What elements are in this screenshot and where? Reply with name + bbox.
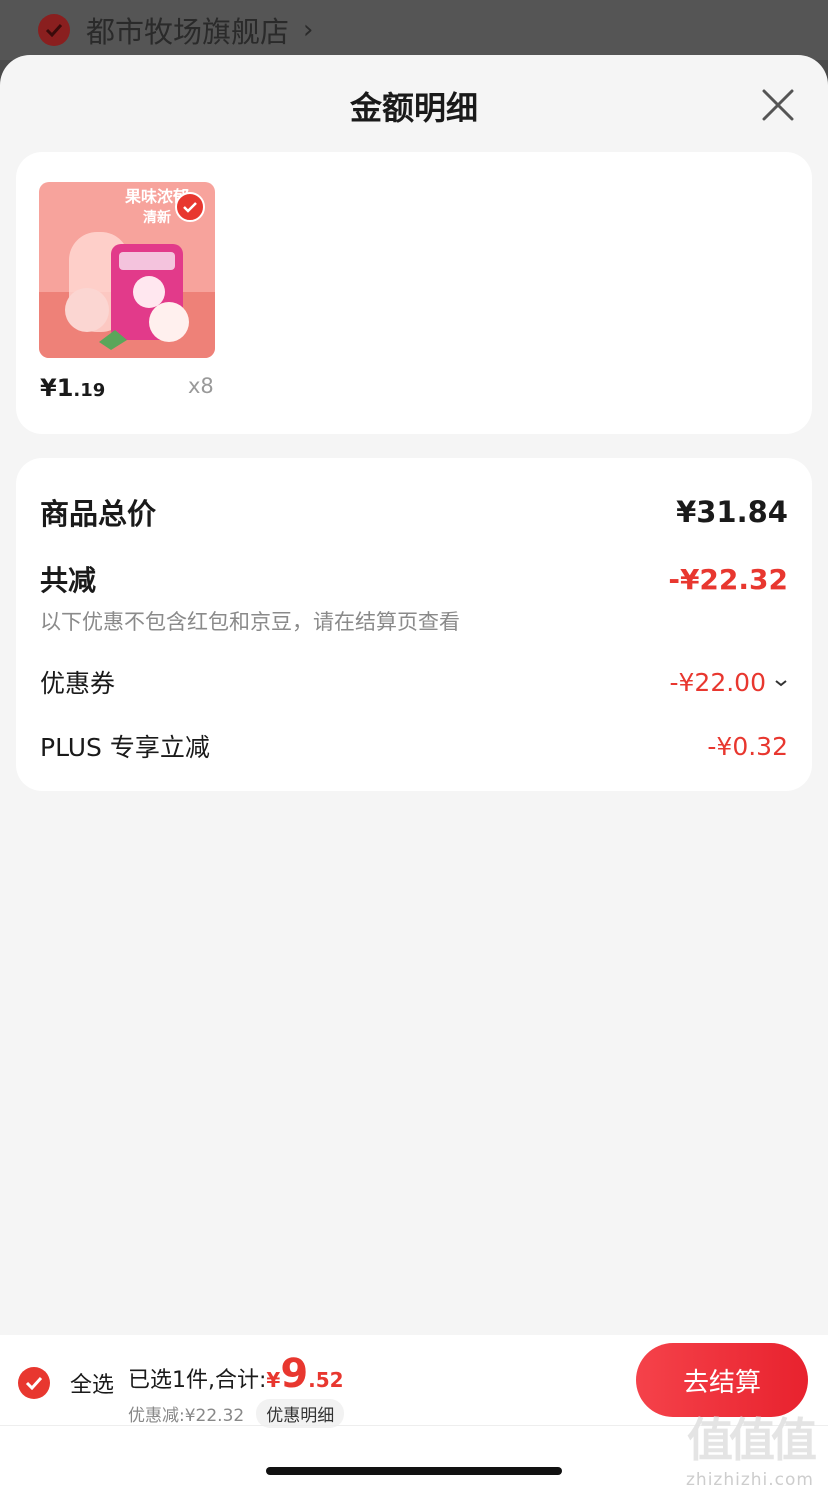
- item-quantity: x8: [188, 374, 214, 398]
- coupon-row[interactable]: 优惠券 -¥22.00: [40, 664, 788, 700]
- discount-text: 优惠减:¥22.32: [128, 1406, 245, 1426]
- sheet-title: 金额明细: [349, 89, 478, 127]
- select-all-check-icon[interactable]: [18, 1367, 50, 1399]
- total-yen: ¥: [266, 1368, 281, 1392]
- total-summary: 已选1件,合计: ¥ 9 .52: [128, 1351, 344, 1397]
- total-big: 9: [280, 1351, 309, 1397]
- home-indicator[interactable]: [266, 1467, 562, 1475]
- total-row: 商品总价 ¥31.84: [40, 491, 788, 533]
- watermark-mark: 值值值: [687, 1413, 817, 1467]
- close-button[interactable]: [758, 85, 798, 125]
- price-summary-card: 商品总价 ¥31.84 共减 -¥22.32 以下优惠不包含红包和京豆，请在结算…: [16, 458, 812, 791]
- select-all-label[interactable]: 全选: [70, 1367, 114, 1399]
- watermark-domain: zhizhizhi.com: [686, 1470, 814, 1490]
- item-check-icon[interactable]: [175, 192, 205, 222]
- plus-value: -¥0.32: [707, 731, 788, 761]
- chevron-right-icon: ›: [303, 15, 314, 45]
- reduce-label: 共减: [40, 564, 97, 597]
- plus-label: PLUS 专享立减: [40, 733, 210, 762]
- svg-text:清新: 清新: [143, 209, 171, 226]
- total-label: 商品总价: [40, 497, 157, 531]
- watermark: 值值值 zhizhizhi.com: [676, 1404, 824, 1490]
- discount-detail-button[interactable]: 优惠明细: [256, 1399, 345, 1428]
- chevron-down-icon[interactable]: [774, 673, 788, 692]
- close-icon: [762, 89, 794, 121]
- plus-row: PLUS 专享立减 -¥0.32: [40, 728, 788, 764]
- items-card: 果味浓郁 清新 ¥1.19 x8: [16, 152, 812, 434]
- reduce-value: -¥22.32: [668, 562, 788, 596]
- amount-detail-sheet: 金额明细 果味浓郁 清新 ¥1.19 x8 商品总价 ¥31.84 共减 -¥2…: [0, 55, 828, 1492]
- reduce-row: 共减 -¥22.32: [40, 559, 788, 599]
- item-price: ¥1.19: [40, 374, 105, 402]
- total-small: .52: [308, 1368, 344, 1392]
- store-check-icon[interactable]: [38, 14, 70, 46]
- discount-line: 优惠减:¥22.32 优惠明细: [128, 1399, 345, 1428]
- item-price-main: ¥1: [40, 374, 74, 402]
- coupon-value: -¥22.00: [669, 667, 767, 697]
- selected-text: 已选1件,合计:: [128, 1368, 267, 1393]
- store-name[interactable]: 都市牧场旗舰店: [86, 9, 289, 51]
- total-value: ¥31.84: [676, 495, 788, 529]
- item-price-cents: .19: [73, 380, 106, 401]
- store-header: 都市牧场旗舰店 ›: [0, 0, 828, 60]
- discount-note: 以下优惠不包含红包和京豆，请在结算页查看: [40, 610, 460, 634]
- coupon-label: 优惠券: [40, 669, 116, 698]
